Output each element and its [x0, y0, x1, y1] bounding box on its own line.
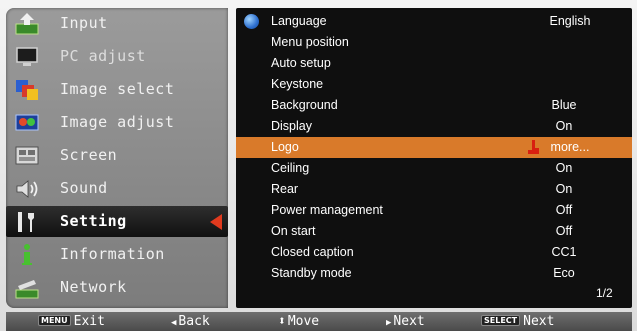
setting-name: Standby mode [271, 266, 352, 280]
setting-name: Auto setup [271, 56, 331, 70]
setting-row-closed-caption[interactable]: Closed caption CC1 [236, 242, 632, 263]
menu-item-label: Information [60, 245, 165, 263]
exit-label: Exit [73, 314, 105, 329]
setting-row-logo[interactable]: Logo more... [236, 137, 632, 158]
setting-value: CC1 [551, 245, 577, 259]
menu-item-pc-adjust[interactable]: PC adjust [6, 41, 228, 72]
hand-pointer-icon [528, 140, 539, 154]
setting-value: On [555, 119, 573, 133]
menu-item-label: Image adjust [60, 113, 175, 131]
setting-name: Ceiling [271, 161, 310, 175]
setting-name: Language [271, 14, 327, 28]
setting-submenu: Language English Menu position Auto setu… [236, 8, 632, 308]
setting-row-menu-position[interactable]: Menu position [236, 32, 632, 53]
menu-item-setting[interactable]: Setting [6, 206, 228, 237]
setting-name: Logo [271, 140, 299, 154]
setting-row-language[interactable]: Language English [236, 11, 632, 32]
menu-item-label: Network [60, 278, 127, 296]
menu-item-sound[interactable]: Sound [6, 173, 228, 204]
up-down-arrow-icon: ⬍ [278, 314, 286, 329]
setting-value: On [555, 182, 573, 196]
setting-name: Keystone [271, 77, 324, 91]
information-icon [22, 244, 32, 265]
menu-item-image-select[interactable]: Image select [6, 74, 228, 105]
move-hint[interactable]: ⬍ Move [278, 314, 319, 329]
setting-name: Closed caption [271, 245, 354, 259]
setting-value: Off [555, 224, 573, 238]
left-arrow-icon: ◀ [171, 318, 177, 328]
pc-adjust-icon [16, 47, 38, 66]
image-select-icon [16, 80, 38, 100]
back-hint[interactable]: ◀ Back [171, 314, 210, 329]
setting-name: On start [271, 224, 316, 238]
screen-icon [15, 146, 39, 165]
select-hint[interactable]: SELECT Next [481, 314, 554, 329]
setting-row-standby-mode[interactable]: Standby mode Eco [236, 263, 632, 284]
menu-item-label: Setting [60, 212, 127, 230]
select-key-icon: SELECT [481, 315, 521, 326]
menu-item-image-adjust[interactable]: Image adjust [6, 107, 228, 138]
move-label: Move [287, 314, 320, 329]
menu-item-label: Screen [60, 146, 118, 164]
setting-value: On [555, 161, 573, 175]
network-icon [15, 280, 39, 299]
back-label: Back [178, 314, 210, 329]
button-guide-bar: MENU Exit ◀ Back ⬍ Move ▶ Next SELECT Next [6, 312, 632, 331]
setting-row-keystone[interactable]: Keystone [236, 74, 632, 95]
menu-item-label: Image select [60, 80, 175, 98]
setting-icon [18, 212, 34, 232]
setting-row-rear[interactable]: Rear On [236, 179, 632, 200]
setting-name: Rear [271, 182, 299, 196]
setting-value: more... [550, 140, 590, 154]
setting-name: Background [271, 98, 338, 112]
menu-item-label: Sound [60, 179, 108, 197]
menu-item-information[interactable]: Information [6, 239, 228, 270]
setting-row-power-management[interactable]: Power management Off [236, 200, 632, 221]
image-adjust-icon [15, 114, 39, 131]
exit-hint[interactable]: MENU Exit [38, 314, 105, 329]
projector-menu-screen: Input PC adjust Image select Image adjus… [0, 0, 637, 331]
selection-pointer-icon [210, 214, 222, 230]
menu-item-label: Input [60, 14, 108, 32]
menu-item-screen[interactable]: Screen [6, 140, 228, 171]
setting-name: Power management [271, 203, 383, 217]
menu-item-network[interactable]: Network [6, 272, 228, 303]
setting-value: Eco [553, 266, 575, 280]
setting-row-background[interactable]: Background Blue [236, 95, 632, 116]
setting-row-display[interactable]: Display On [236, 116, 632, 137]
main-menu: Input PC adjust Image select Image adjus… [6, 8, 228, 308]
next-label: Next [393, 314, 425, 329]
menu-item-label: PC adjust [60, 47, 146, 65]
menu-key-icon: MENU [38, 315, 71, 326]
right-arrow-icon: ▶ [386, 318, 392, 328]
setting-value: Off [555, 203, 573, 217]
setting-name: Display [271, 119, 312, 133]
select-next-label: Next [523, 314, 555, 329]
menu-item-input[interactable]: Input [6, 8, 228, 39]
sound-icon [16, 180, 38, 198]
setting-name: Menu position [271, 35, 349, 49]
globe-icon [244, 14, 259, 29]
setting-row-auto-setup[interactable]: Auto setup [236, 53, 632, 74]
setting-row-on-start[interactable]: On start Off [236, 221, 632, 242]
setting-row-ceiling[interactable]: Ceiling On [236, 158, 632, 179]
input-icon [15, 13, 39, 35]
setting-value: English [549, 14, 591, 28]
setting-value: Blue [551, 98, 577, 112]
page-indicator: 1/2 [596, 286, 613, 300]
next-hint[interactable]: ▶ Next [386, 314, 425, 329]
